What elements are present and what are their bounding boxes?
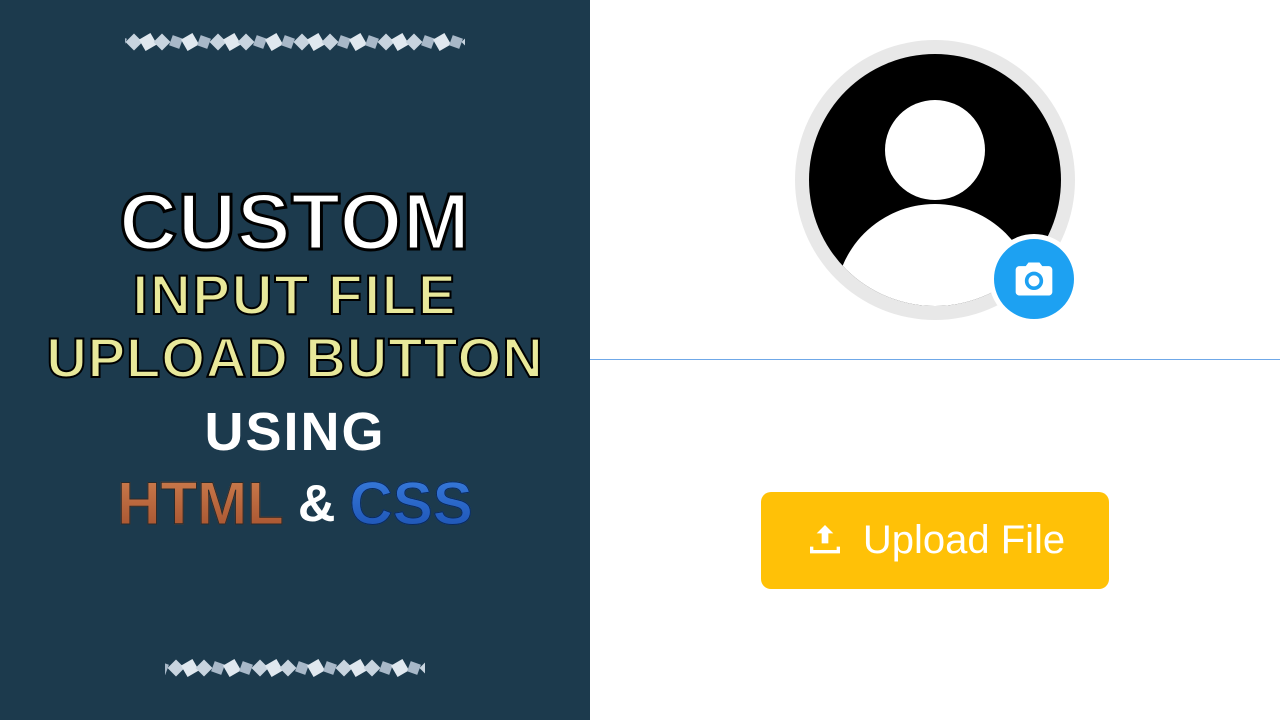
camera-upload-badge[interactable] — [989, 234, 1079, 324]
decorative-divider-top — [125, 30, 465, 54]
title-line-upload-button: UPLOAD BUTTON — [46, 327, 543, 389]
button-upload-demo: Upload File — [590, 360, 1280, 720]
demo-panel: Upload File — [590, 0, 1280, 720]
title-line-languages: HTML & CSS — [117, 469, 473, 538]
camera-icon — [1012, 257, 1056, 301]
title-panel: CUSTOM INPUT FILE UPLOAD BUTTON USING HT… — [0, 0, 590, 720]
title-word-css: CSS — [349, 469, 472, 538]
upload-file-button[interactable]: Upload File — [761, 492, 1109, 589]
title-line-using: USING — [204, 397, 385, 467]
title-line-custom: CUSTOM — [119, 182, 470, 262]
decorative-divider-bottom — [165, 656, 425, 680]
avatar-container — [795, 40, 1075, 320]
avatar-upload-demo — [590, 0, 1280, 360]
title-line-input-file: INPUT FILE — [133, 264, 458, 326]
title-stack: CUSTOM INPUT FILE UPLOAD BUTTON USING HT… — [46, 182, 543, 538]
upload-icon — [805, 520, 845, 560]
title-word-html: HTML — [117, 469, 284, 538]
title-word-ampersand: & — [298, 474, 336, 534]
upload-button-label: Upload File — [863, 518, 1065, 563]
